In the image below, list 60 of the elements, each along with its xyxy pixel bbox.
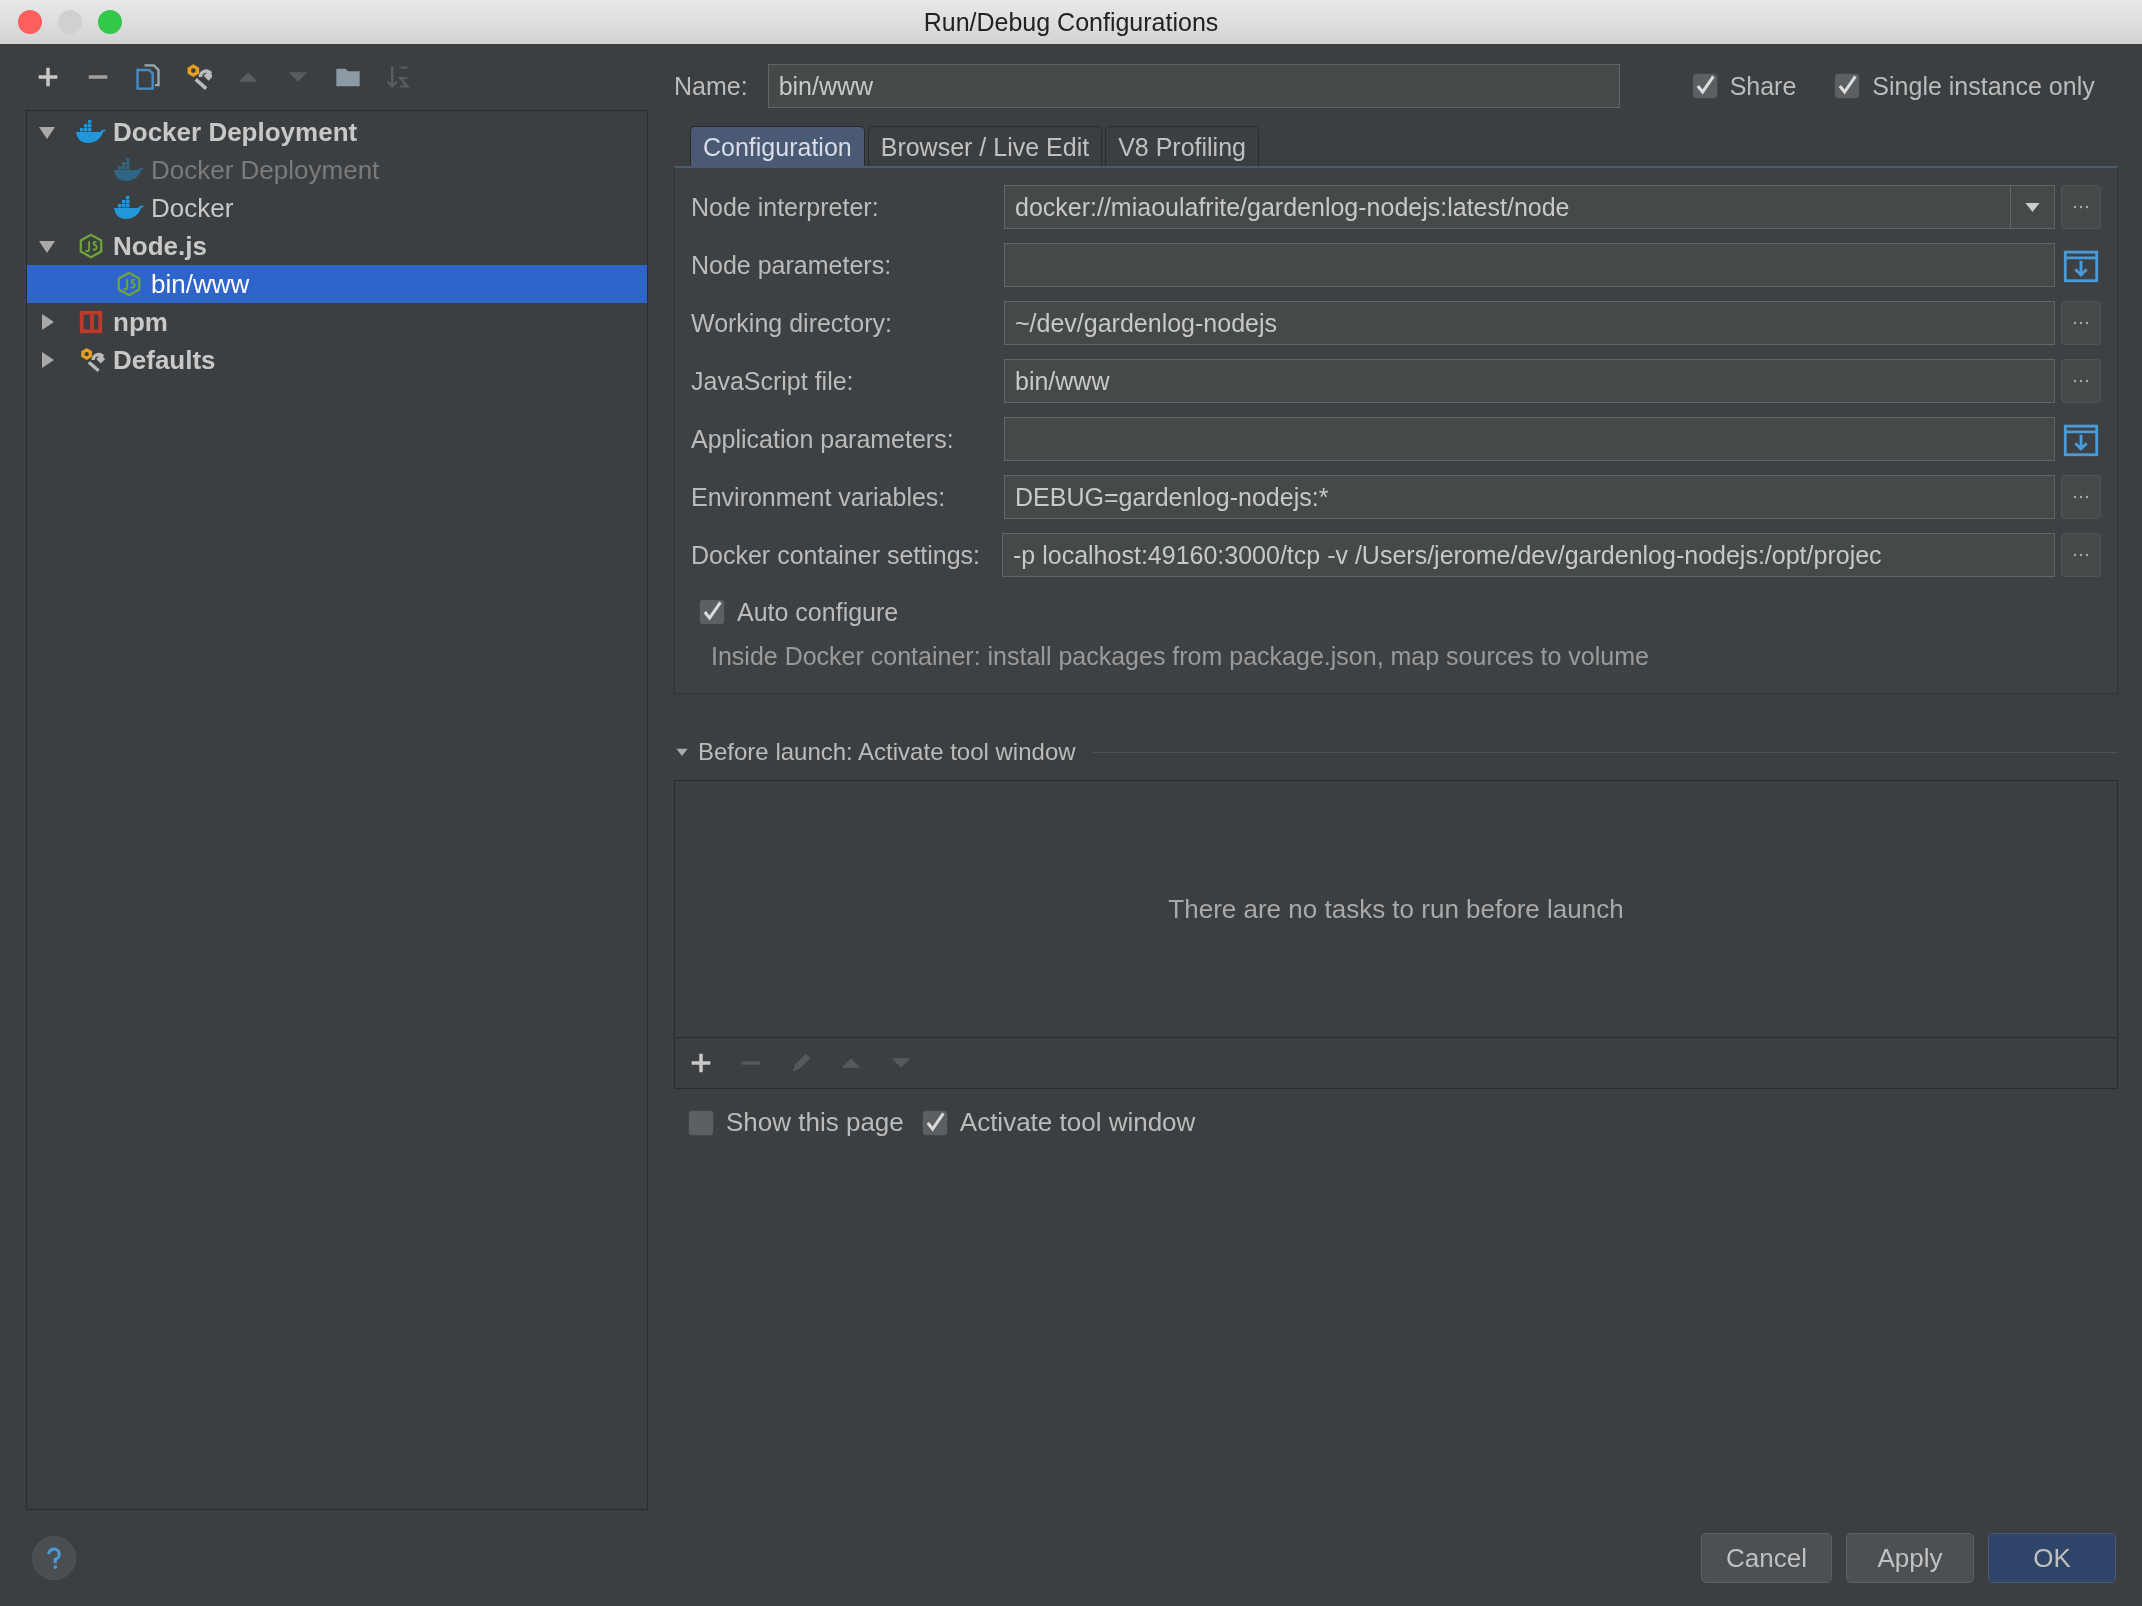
tree-item[interactable]: Docker Deployment — [27, 113, 647, 151]
ellipsis-icon — [2072, 378, 2090, 384]
checkbox-option[interactable]: Single instance only — [1834, 71, 2095, 101]
input-field[interactable]: bin/www — [1004, 359, 2055, 403]
dialog-button[interactable]: Cancel — [1701, 1533, 1832, 1583]
input-field[interactable]: DEBUG=gardenlog-nodejs:* — [1004, 475, 2055, 519]
tree-item-label: Docker Deployment — [113, 116, 358, 148]
tab[interactable]: Configuration — [690, 126, 865, 166]
ellipsis-icon — [2072, 204, 2090, 210]
name-label: Name: — [674, 71, 748, 101]
section-title: Before launch: Activate tool window — [698, 738, 1076, 766]
name-field[interactable]: bin/www — [767, 64, 1620, 108]
dropdown-field[interactable]: docker://miaoulafrite/gardenlog-nodejs:latest/node — [1004, 185, 2055, 229]
ellipsis-icon — [2072, 552, 2090, 558]
tree-item-label: Defaults — [113, 344, 216, 376]
checkbox-option[interactable]: Activate tool window — [921, 1107, 1196, 1138]
input-field[interactable]: ~/dev/gardenlog-nodejs — [1004, 301, 2055, 345]
ok-button[interactable]: OK — [1988, 1533, 2116, 1583]
ellipsis-icon — [2072, 494, 2090, 500]
checkbox-option[interactable]: Auto configure — [699, 590, 2083, 634]
field-label: Application parameters: — [691, 424, 955, 454]
window-title: Run/Debug Configurations — [923, 7, 1219, 37]
copy-icon[interactable] — [134, 63, 162, 91]
input-field[interactable] — [1004, 243, 2055, 287]
checkbox-option[interactable]: Show this page — [688, 1107, 904, 1138]
tree-item-label: Node.js — [113, 230, 207, 262]
checkbox[interactable] — [688, 1109, 714, 1136]
field-label: Node parameters: — [691, 250, 893, 280]
checkbox[interactable] — [699, 599, 725, 625]
tree-item-label: Docker — [151, 192, 234, 224]
tree-item[interactable]: npm — [27, 303, 647, 341]
dialog-button[interactable]: Apply — [1846, 1533, 1974, 1583]
whale-icon — [75, 119, 107, 145]
input-field[interactable]: -p localhost:49160:3000/tcp -v /Users/jerome/dev/gardenlog-nodejs:/opt/projec — [1002, 533, 2055, 577]
tree-item[interactable]: bin/www — [27, 265, 647, 303]
hint-text: Inside Docker container: install packages from package.json, map sources to volume — [710, 642, 1650, 671]
ellipsis-icon — [2072, 320, 2090, 326]
field-label: JavaScript file: — [691, 366, 855, 396]
tree-item-label: npm — [113, 306, 168, 338]
field-label: Node interpreter: — [691, 192, 880, 222]
tab[interactable]: V8 Profiling — [1105, 126, 1259, 166]
tree-item[interactable]: Docker — [27, 189, 647, 227]
field-label: Environment variables: — [691, 482, 947, 512]
whale-icon — [113, 195, 145, 221]
whale-icon — [113, 157, 145, 183]
help-button[interactable] — [32, 1536, 76, 1580]
tree-item[interactable]: Defaults — [27, 341, 647, 379]
close-button[interactable] — [18, 10, 42, 34]
tab[interactable]: Browser / Live Edit — [867, 126, 1103, 166]
input-field[interactable] — [1004, 417, 2055, 461]
checkbox[interactable] — [1834, 73, 1861, 99]
field-label: Working directory: — [691, 308, 893, 338]
tree-item-label: Docker Deployment — [151, 154, 380, 186]
empty-message: There are no tasks to run before launch — [1168, 893, 1624, 925]
checkbox-option[interactable]: Share — [1691, 71, 1797, 101]
field-label: Docker container settings: — [691, 540, 981, 570]
checkbox[interactable] — [921, 1109, 948, 1136]
checkbox[interactable] — [1691, 73, 1718, 99]
tree-item[interactable]: Node.js — [27, 227, 647, 265]
tree-item-label: bin/www — [151, 268, 250, 300]
